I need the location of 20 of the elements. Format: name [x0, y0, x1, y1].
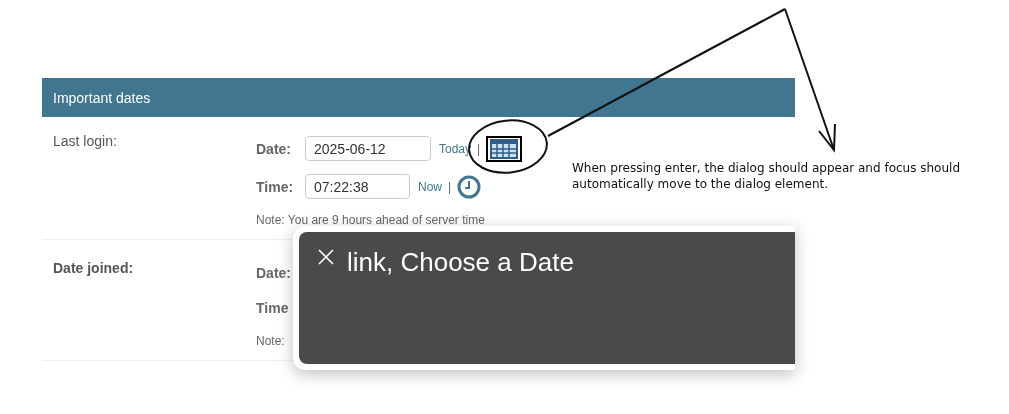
- date-field[interactable]: 2025-06-12: [305, 136, 431, 161]
- field-label: Date:: [256, 265, 292, 281]
- separator-text: |: [448, 179, 452, 194]
- separator-text: |: [477, 141, 481, 156]
- calendar-icon[interactable]: [486, 135, 523, 162]
- section-header: Important dates: [42, 78, 795, 117]
- note-text: Note: You are 9 hours ahead of server time: [256, 213, 486, 227]
- time-field[interactable]: 07:22:38: [305, 174, 410, 199]
- field-label: Time: [256, 300, 290, 316]
- now-link[interactable]: Now: [418, 179, 442, 194]
- close-button[interactable]: [317, 248, 335, 266]
- row-label: Date joined:: [52, 260, 135, 276]
- annotation-note: When pressing enter, the dialog should appear and focus should automatically move to the dialog element.: [572, 160, 961, 192]
- close-icon: [317, 248, 335, 266]
- dialog-title: link, Choose a Date: [347, 246, 574, 278]
- clock-icon[interactable]: [457, 174, 482, 199]
- note-text: Note:: [256, 334, 286, 348]
- field-label: Time:: [256, 178, 295, 195]
- row-label: Last login:: [52, 133, 118, 149]
- field-label: Date:: [256, 140, 292, 157]
